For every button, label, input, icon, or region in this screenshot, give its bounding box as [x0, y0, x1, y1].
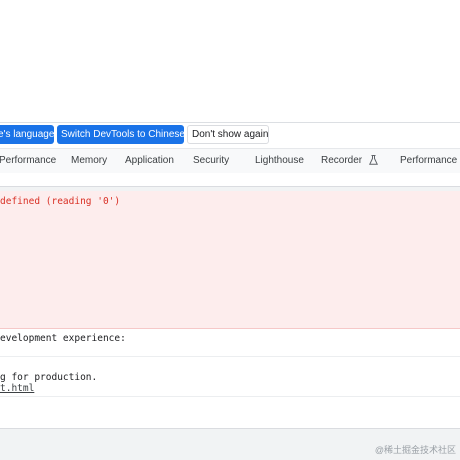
language-infobar: e's language Switch DevTools to Chinese …	[0, 123, 460, 147]
console-message-link[interactable]: t.html	[0, 383, 34, 394]
page-viewport	[0, 0, 460, 122]
watermark: @稀土掘金技术社区	[374, 445, 456, 455]
console-message-production: g for production.	[0, 372, 98, 383]
tab-recorder[interactable]: Recorder	[321, 149, 378, 173]
console-error-message: defined (reading '0')	[0, 191, 460, 329]
message-divider	[0, 396, 460, 397]
tab-recorder-label: Recorder	[321, 155, 363, 166]
always-match-language-button[interactable]: e's language	[0, 125, 54, 144]
message-divider	[0, 356, 460, 357]
flask-icon	[368, 155, 378, 166]
tab-application[interactable]: Application	[125, 149, 174, 173]
devtools-tab-bar: Performance Memory Application Security …	[0, 148, 460, 174]
switch-devtools-chinese-button[interactable]: Switch DevTools to Chinese	[57, 125, 185, 144]
console-toolbar	[0, 173, 460, 186]
error-text: defined (reading '0')	[0, 196, 121, 207]
tab-security[interactable]: Security	[193, 149, 229, 173]
tab-performance[interactable]: Performance	[0, 149, 56, 173]
tab-performance-insights[interactable]: Performance in	[400, 149, 460, 173]
tab-lighthouse[interactable]: Lighthouse	[255, 149, 304, 173]
console-message-devtools: evelopment experience:	[0, 333, 126, 344]
tab-memory[interactable]: Memory	[71, 149, 107, 173]
dont-show-again-button[interactable]: Don't show again	[187, 125, 269, 144]
